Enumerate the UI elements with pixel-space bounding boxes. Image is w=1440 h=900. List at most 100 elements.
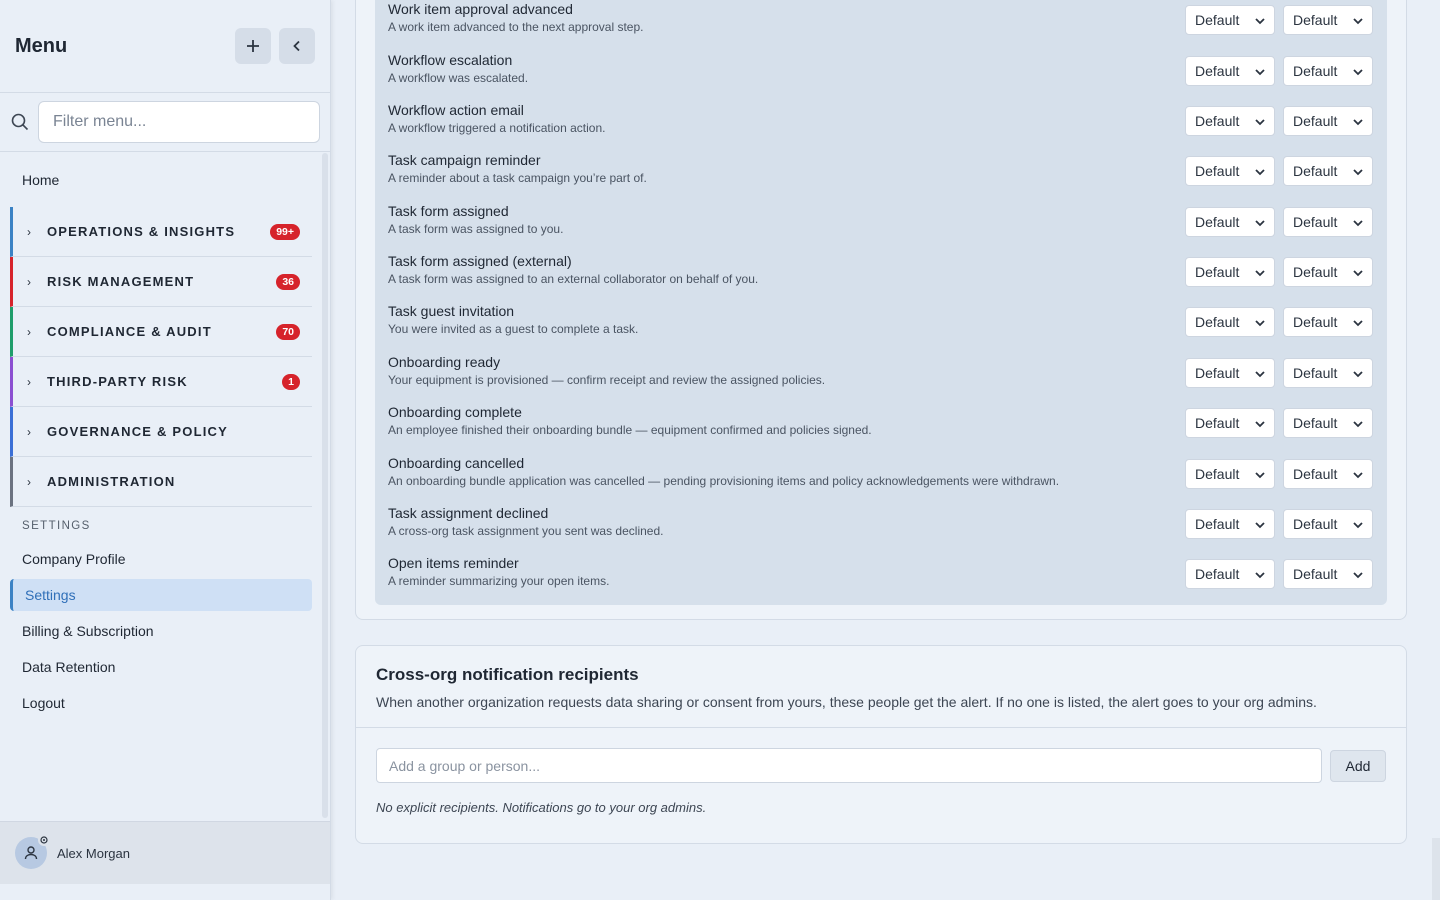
- card-body: Add No explicit recipients. Notification…: [356, 728, 1406, 815]
- channel-select-1[interactable]: Default: [1185, 307, 1275, 337]
- cross-org-recipients-card: Cross-org notification recipients When a…: [355, 645, 1407, 844]
- count-badge: 36: [276, 273, 300, 290]
- channel-select-2[interactable]: Default: [1283, 207, 1373, 237]
- chevron-down-icon: [1254, 417, 1266, 429]
- nav-link-billing-subscription[interactable]: Billing & Subscription: [10, 613, 312, 649]
- nav-group-compliance-audit[interactable]: › COMPLIANCE & AUDIT 70: [10, 307, 312, 357]
- sidebar-nav: Home › OPERATIONS & INSIGHTS 99+ › RISK …: [0, 153, 322, 819]
- channel-select-2[interactable]: Default: [1283, 5, 1373, 35]
- channel-select-2[interactable]: Default: [1283, 358, 1373, 388]
- gear-icon: [38, 834, 50, 846]
- chevron-down-icon: [1352, 367, 1364, 379]
- chevron-down-icon: [1254, 216, 1266, 228]
- nav-group-risk-management[interactable]: › RISK MANAGEMENT 36: [10, 257, 312, 307]
- channel-select-1[interactable]: Default: [1185, 509, 1275, 539]
- chevron-down-icon: [1352, 417, 1364, 429]
- chevron-down-icon: [1352, 316, 1364, 328]
- chevron-right-icon: ›: [27, 224, 31, 239]
- select-value: Default: [1293, 12, 1338, 28]
- select-value: Default: [1195, 113, 1240, 129]
- select-value: Default: [1293, 113, 1338, 129]
- chevron-down-icon: [1254, 568, 1266, 580]
- chevron-down-icon: [1352, 165, 1364, 177]
- nav-group-operations-insights[interactable]: › OPERATIONS & INSIGHTS 99+: [10, 207, 312, 257]
- notification-row: Work item approval advanced A work item a…: [388, 1, 1378, 41]
- chevron-down-icon: [1352, 14, 1364, 26]
- search-icon: [10, 112, 30, 132]
- user-footer[interactable]: Alex Morgan: [0, 821, 330, 884]
- chevron-left-icon: [293, 40, 300, 52]
- sidebar-search: [0, 93, 330, 152]
- chevron-right-icon: ›: [27, 474, 31, 489]
- page-scrollbar[interactable]: [1432, 838, 1440, 900]
- count-badge: 70: [276, 323, 300, 340]
- empty-recipients-note: No explicit recipients. Notifications go…: [376, 800, 707, 815]
- notification-row: Task form assigned A task form was assign…: [388, 203, 1378, 243]
- collapse-sidebar-button[interactable]: [279, 28, 315, 64]
- channel-select-1[interactable]: Default: [1185, 257, 1275, 287]
- nav-link-company-profile[interactable]: Company Profile: [10, 541, 312, 577]
- channel-select-2[interactable]: Default: [1283, 559, 1373, 589]
- select-value: Default: [1195, 12, 1240, 28]
- notification-row: Task assignment declined A cross-org task…: [388, 505, 1378, 545]
- recipient-input[interactable]: [376, 748, 1322, 783]
- chevron-down-icon: [1352, 568, 1364, 580]
- notification-row: Onboarding ready Your equipment is provis…: [388, 354, 1378, 394]
- chevron-down-icon: [1254, 65, 1266, 77]
- channel-select-1[interactable]: Default: [1185, 358, 1275, 388]
- add-button[interactable]: [235, 28, 271, 64]
- nav-link-settings[interactable]: Settings: [10, 579, 312, 611]
- channel-select-1[interactable]: Default: [1185, 56, 1275, 86]
- channel-select-1[interactable]: Default: [1185, 156, 1275, 186]
- channel-select-1[interactable]: Default: [1185, 207, 1275, 237]
- nav-home[interactable]: Home: [10, 153, 312, 207]
- nav-group-administration[interactable]: › ADMINISTRATION: [10, 457, 312, 507]
- select-value: Default: [1293, 264, 1338, 280]
- chevron-down-icon: [1352, 216, 1364, 228]
- chevron-down-icon: [1254, 518, 1266, 530]
- select-value: Default: [1195, 365, 1240, 381]
- channel-select-1[interactable]: Default: [1185, 459, 1275, 489]
- channel-select-1[interactable]: Default: [1185, 559, 1275, 589]
- channel-select-1[interactable]: Default: [1185, 5, 1275, 35]
- chevron-right-icon: ›: [27, 274, 31, 289]
- notification-row: Onboarding complete An employee finished …: [388, 404, 1378, 444]
- nav-group-governance-policy[interactable]: › GOVERNANCE & POLICY: [10, 407, 312, 457]
- channel-select-2[interactable]: Default: [1283, 257, 1373, 287]
- filter-menu-input[interactable]: [38, 101, 320, 143]
- notification-row: Workflow action email A workflow triggere…: [388, 102, 1378, 142]
- chevron-down-icon: [1254, 316, 1266, 328]
- select-value: Default: [1195, 566, 1240, 582]
- sidebar-title: Menu: [15, 34, 68, 57]
- channel-select-1[interactable]: Default: [1185, 106, 1275, 136]
- channel-select-2[interactable]: Default: [1283, 408, 1373, 438]
- nav-group-third-party-risk[interactable]: › THIRD-PARTY RISK 1: [10, 357, 312, 407]
- select-value: Default: [1195, 516, 1240, 532]
- nav-link-data-retention[interactable]: Data Retention: [10, 649, 312, 685]
- nav-group-label: COMPLIANCE & AUDIT: [47, 324, 212, 339]
- notification-row: Onboarding cancelled An onboarding bundle…: [388, 455, 1378, 495]
- notification-row: Task form assigned (external) A task form…: [388, 253, 1378, 293]
- chevron-down-icon: [1254, 165, 1266, 177]
- avatar: [15, 834, 50, 869]
- channel-select-2[interactable]: Default: [1283, 307, 1373, 337]
- channel-select-2[interactable]: Default: [1283, 56, 1373, 86]
- settings-section-label: SETTINGS: [22, 520, 91, 532]
- channel-select-2[interactable]: Default: [1283, 509, 1373, 539]
- select-value: Default: [1293, 415, 1338, 431]
- chevron-down-icon: [1352, 115, 1364, 127]
- chevron-down-icon: [1254, 266, 1266, 278]
- channel-select-2[interactable]: Default: [1283, 106, 1373, 136]
- channel-select-2[interactable]: Default: [1283, 156, 1373, 186]
- select-value: Default: [1293, 63, 1338, 79]
- channel-select-2[interactable]: Default: [1283, 459, 1373, 489]
- sidebar-scrollbar[interactable]: [322, 153, 328, 818]
- channel-select-1[interactable]: Default: [1185, 408, 1275, 438]
- notification-row: Workflow escalation A workflow was escala…: [388, 52, 1378, 92]
- select-value: Default: [1293, 214, 1338, 230]
- user-name: Alex Morgan: [57, 845, 130, 861]
- nav-link-logout[interactable]: Logout: [10, 685, 312, 721]
- select-value: Default: [1293, 516, 1338, 532]
- select-value: Default: [1293, 163, 1338, 179]
- add-recipient-button[interactable]: Add: [1330, 749, 1386, 782]
